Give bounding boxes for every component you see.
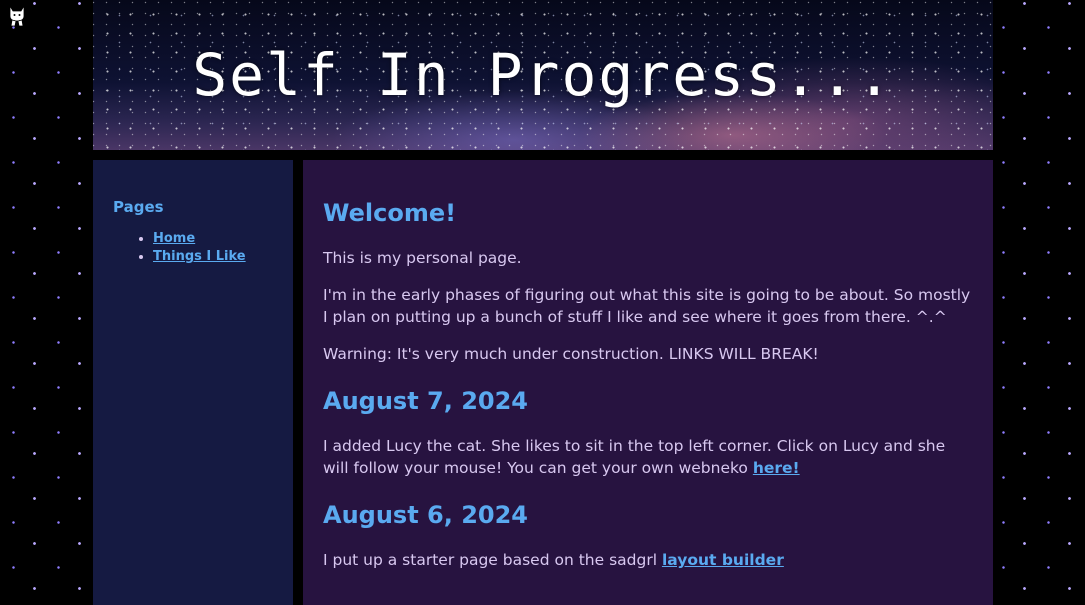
sidebar-item-home: Home [153,230,273,248]
site-title: Self In Progress... [192,41,894,109]
intro-paragraph: I'm in the early phases of figuring out … [323,286,971,326]
warning-paragraph: Warning: It's very much under constructi… [323,345,819,363]
sidebar-nav: Home Things I Like [113,230,273,266]
post-body: I put up a starter page based on the sad… [323,549,973,571]
welcome-heading: Welcome! [323,199,457,227]
intro-paragraph: This is my personal page. [323,249,522,267]
page-wrapper: Self In Progress... Pages Home Things I … [93,0,993,605]
post-date-heading: August 7, 2024 [323,387,529,415]
post-body: I added Lucy the cat. She likes to sit i… [323,435,973,479]
cat-icon[interactable] [6,4,28,28]
layout-builder-link[interactable]: layout builder [662,551,784,569]
webneko-link[interactable]: here! [753,459,800,477]
post-text: I put up a starter page based on the sad… [323,551,662,569]
post-date-heading: August 6, 2024 [323,501,529,529]
sidebar-heading: Pages [113,198,164,216]
post-text: I added Lucy the cat. She likes to sit i… [323,437,946,477]
things-i-like-link[interactable]: Things I Like [153,249,246,264]
sidebar: Pages Home Things I Like [93,160,293,605]
home-link[interactable]: Home [153,231,195,246]
site-header: Self In Progress... [93,0,993,150]
main-content: Welcome! This is my personal page. I'm i… [303,160,993,605]
sidebar-item-things-i-like: Things I Like [153,248,273,266]
